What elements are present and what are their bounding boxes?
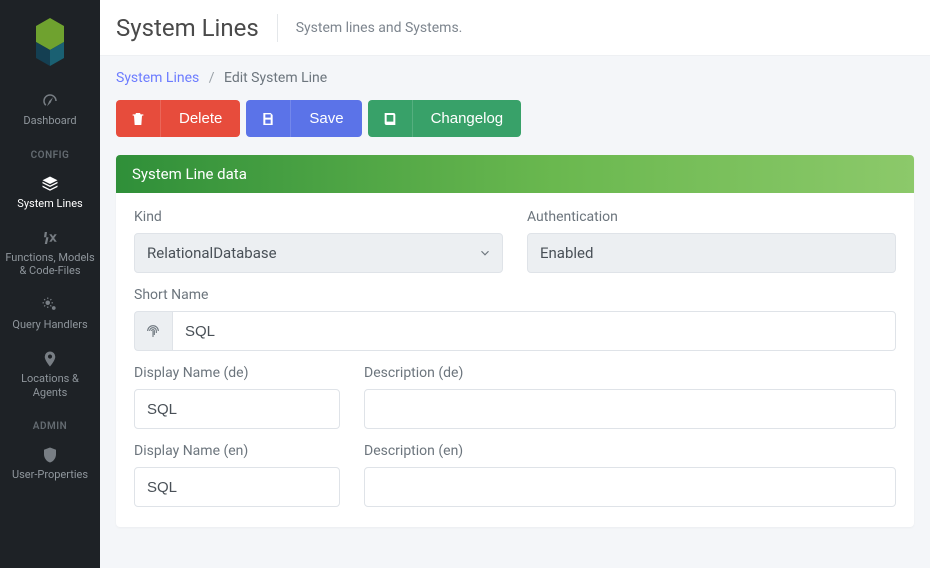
kind-label: Kind: [134, 209, 503, 225]
save-icon: [260, 111, 276, 127]
card-header: System Line data: [116, 155, 914, 193]
auth-select[interactable]: Enabled: [527, 233, 896, 273]
sidebar-item-label: Dashboard: [23, 114, 76, 127]
sidebar-item-label: Functions, Models & Code-Files: [5, 251, 94, 278]
card-body: Kind RelationalDatabase Authentication E…: [116, 193, 914, 527]
changelog-button-group: Changelog: [368, 100, 522, 137]
save-button-group: Save: [246, 100, 361, 137]
shortname-group: [134, 311, 896, 351]
display-en-label: Display Name (en): [134, 443, 340, 459]
auth-select-value: Enabled: [540, 244, 593, 262]
sidebar-item-query-handlers[interactable]: Query Handlers: [0, 288, 100, 342]
delete-icon-button[interactable]: [116, 100, 160, 137]
trash-icon: [130, 111, 146, 127]
main-area: System Lines System lines and Systems. S…: [100, 0, 930, 568]
changelog-icon-button[interactable]: [368, 100, 412, 137]
save-icon-button[interactable]: [246, 100, 290, 137]
cogs-icon: [41, 296, 59, 314]
desc-de-input[interactable]: [364, 389, 896, 429]
sidebar-item-user-properties[interactable]: User-Properties: [0, 438, 100, 492]
save-button[interactable]: Save: [290, 100, 361, 137]
display-de-input[interactable]: [134, 389, 340, 429]
fingerprint-icon: [145, 323, 161, 339]
sidebar-section-admin: ADMIN: [0, 409, 100, 438]
sidebar-section-config: CONFIG: [0, 138, 100, 167]
page-header: System Lines System lines and Systems.: [100, 0, 930, 56]
layers-icon: [41, 175, 59, 193]
kind-select-value: RelationalDatabase: [147, 244, 277, 262]
shortname-addon: [134, 311, 172, 351]
sidebar-item-label: Query Handlers: [12, 318, 87, 331]
delete-button-group: Delete: [116, 100, 240, 137]
shortname-label: Short Name: [134, 287, 896, 303]
auth-label: Authentication: [527, 209, 896, 225]
content: System Lines / Edit System Line Delete S…: [100, 56, 930, 541]
sidebar-item-label: System Lines: [17, 197, 82, 210]
page-subtitle: System lines and Systems.: [296, 20, 463, 36]
display-en-input[interactable]: [134, 467, 340, 507]
kind-select[interactable]: RelationalDatabase: [134, 233, 503, 273]
page-title: System Lines: [116, 14, 259, 42]
sidebar-item-functions[interactable]: Functions, Models & Code-Files: [0, 221, 100, 289]
sidebar-item-dashboard[interactable]: Dashboard: [0, 84, 100, 138]
gauge-icon: [41, 92, 59, 110]
sidebar-item-locations[interactable]: Locations & Agents: [0, 342, 100, 410]
breadcrumb-root-link[interactable]: System Lines: [116, 70, 199, 86]
breadcrumb: System Lines / Edit System Line: [116, 70, 914, 86]
action-row: Delete Save Changelog: [116, 100, 914, 137]
sidebar-item-system-lines[interactable]: System Lines: [0, 167, 100, 221]
breadcrumb-separator: /: [203, 70, 221, 86]
pin-icon: [41, 350, 59, 368]
display-de-label: Display Name (de): [134, 365, 340, 381]
function-icon: [41, 229, 59, 247]
app-logo: [22, 16, 78, 72]
sidebar-item-label: Locations & Agents: [21, 372, 79, 399]
delete-button[interactable]: Delete: [160, 100, 240, 137]
book-icon: [382, 111, 398, 127]
sidebar-item-label: User-Properties: [12, 468, 88, 481]
sidebar: Dashboard CONFIG System Lines Functions,…: [0, 0, 100, 568]
changelog-button[interactable]: Changelog: [412, 100, 522, 137]
breadcrumb-current: Edit System Line: [224, 70, 327, 86]
chevron-down-icon: [478, 246, 492, 260]
shortname-input[interactable]: [172, 311, 896, 351]
desc-de-label: Description (de): [364, 365, 896, 381]
shield-icon: [41, 446, 59, 464]
desc-en-input[interactable]: [364, 467, 896, 507]
title-divider: [277, 14, 278, 42]
system-line-card: System Line data Kind RelationalDatabase…: [116, 155, 914, 527]
desc-en-label: Description (en): [364, 443, 896, 459]
